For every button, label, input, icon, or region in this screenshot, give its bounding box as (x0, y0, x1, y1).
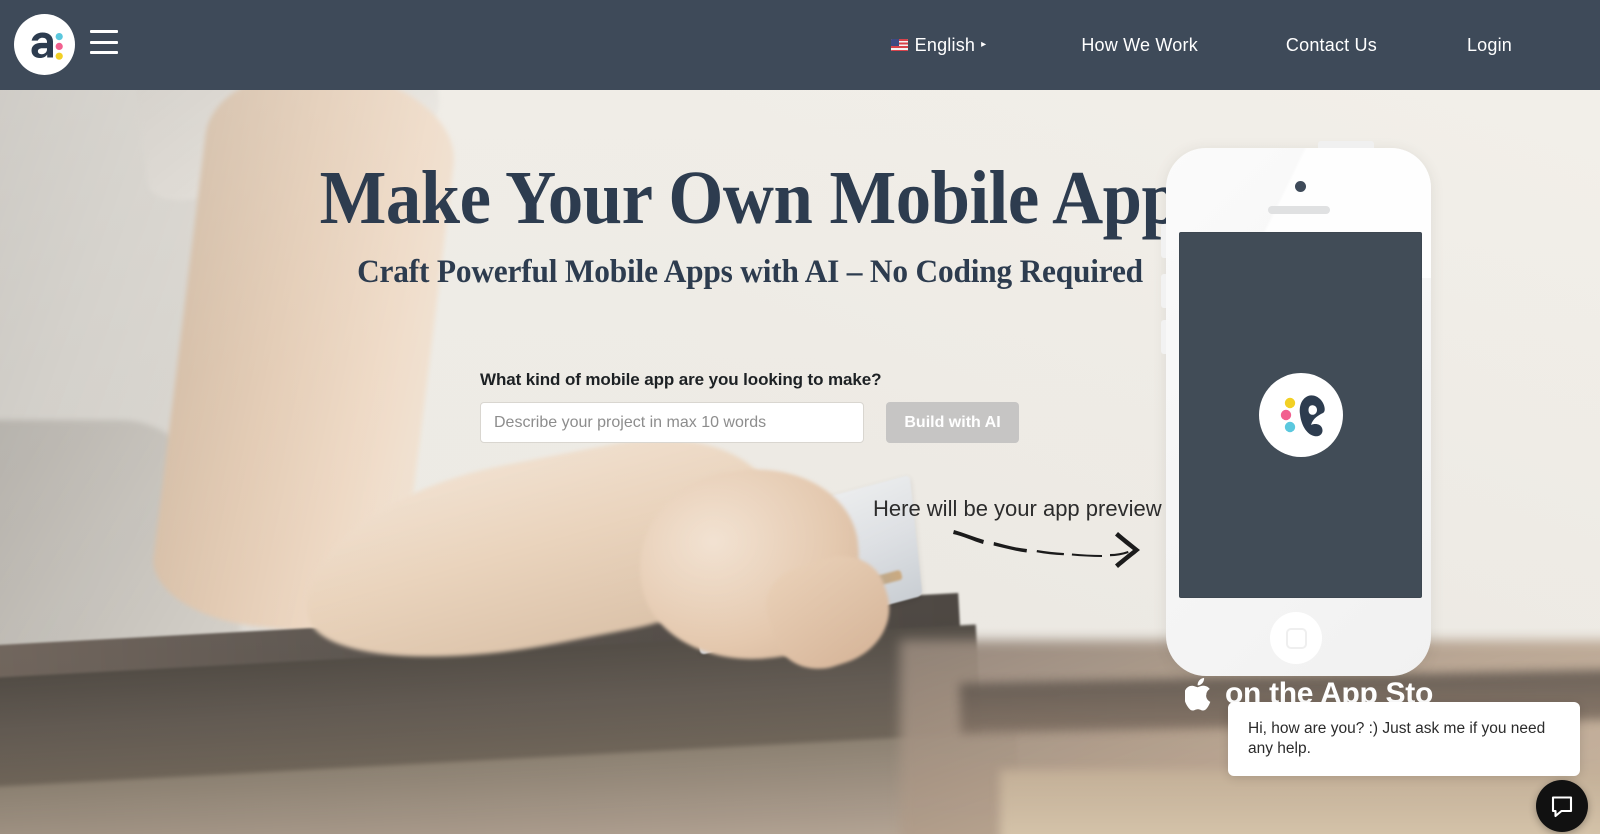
logo-dot-cyan (55, 32, 63, 40)
main-navigation: English ▸ How We Work Contact Us Login (890, 0, 1600, 90)
hand-drawn-arrow-icon (953, 530, 1140, 568)
home-button-square (1285, 627, 1307, 649)
volume-up-button (1161, 274, 1166, 308)
chat-launcher-button[interactable] (1536, 780, 1588, 832)
project-description-input[interactable] (480, 402, 864, 443)
logo-dot-pink (55, 42, 63, 50)
logo-dot-yellow (55, 52, 63, 60)
nav-language-label: English (914, 34, 976, 55)
chat-greeting-bubble: Hi, how are you? :) Just ask me if you n… (1228, 702, 1580, 777)
nav-login[interactable]: Login (1467, 35, 1512, 56)
hamburger-line (90, 30, 118, 33)
chat-bubble-icon (1551, 796, 1573, 818)
phone-screen (1179, 232, 1422, 598)
app-logo-dot-cyan (1284, 421, 1295, 433)
brand-logo[interactable] (14, 14, 75, 75)
app-logo-dot-yellow (1284, 397, 1295, 409)
app-prompt-form: What kind of mobile app are you looking … (480, 370, 1019, 443)
apple-logo-icon (1185, 677, 1211, 711)
nav-contact-us[interactable]: Contact Us (1286, 35, 1377, 56)
mute-switch (1161, 224, 1166, 258)
app-logo-e-icon (1258, 373, 1343, 457)
nav-how-we-work[interactable]: How We Work (1081, 35, 1198, 56)
home-button[interactable] (1270, 612, 1322, 664)
build-with-ai-button[interactable]: Build with AI (886, 402, 1019, 443)
hamburger-menu-button[interactable] (90, 30, 118, 54)
us-flag-icon (890, 39, 908, 51)
earpiece-speaker (1268, 206, 1330, 214)
volume-down-button (1161, 320, 1166, 354)
prompt-form-label: What kind of mobile app are you looking … (480, 370, 882, 389)
appy-pie-logo-icon (31, 32, 63, 60)
app-preview-hint: Here will be your app preview (873, 496, 1162, 521)
nav-language-selector[interactable]: English ▸ (890, 34, 987, 56)
landing-page: English ▸ How We Work Contact Us Login M… (0, 0, 1600, 834)
hamburger-line (90, 51, 118, 54)
front-camera-dot (1295, 181, 1306, 192)
app-logo-dot-pink (1280, 409, 1291, 421)
site-header: English ▸ How We Work Contact Us Login (0, 0, 1600, 90)
hamburger-line (90, 40, 118, 44)
chevron-right-icon: ▸ (981, 39, 987, 50)
prompt-form-row: Build with AI (480, 402, 1019, 443)
phone-mockup (1161, 141, 1431, 676)
power-button (1318, 141, 1374, 148)
